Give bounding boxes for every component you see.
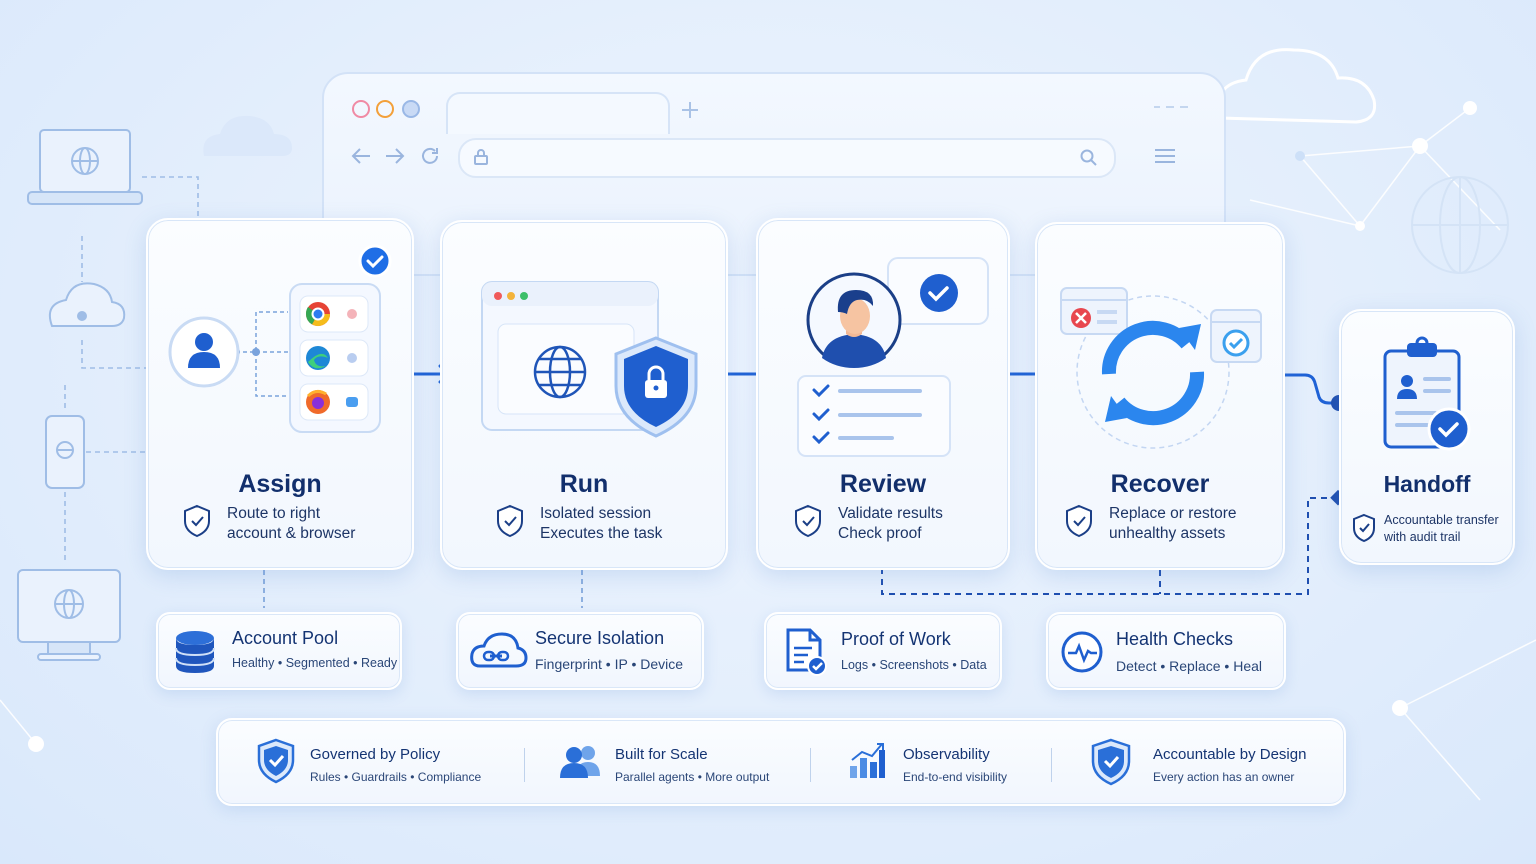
divider — [810, 748, 811, 782]
check-badge-icon — [920, 274, 958, 312]
info-box-subtitle: Detect • Replace • Heal — [1116, 658, 1263, 674]
principle-title: Governed by Policy — [310, 746, 441, 763]
clipboard-icon — [1383, 336, 1471, 451]
card-description-line2: with audit trail — [1384, 530, 1461, 544]
principle-subtitle: Rules • Guardrails • Compliance — [310, 770, 482, 784]
shield-check-icon — [497, 504, 523, 538]
divider — [1051, 748, 1052, 782]
edge-browser-icon — [306, 346, 330, 370]
check-badge-icon — [358, 244, 392, 278]
info-box-secure-isolation: Secure Isolation Fingerprint • IP • Devi… — [456, 612, 704, 690]
firefox-browser-icon — [306, 389, 330, 414]
error-icon — [1071, 308, 1091, 328]
card-description-line2: Executes the task — [540, 525, 663, 542]
shield-check-icon — [1066, 504, 1092, 538]
assign-illustration — [168, 244, 392, 433]
card-description-line2: Check proof — [838, 525, 922, 542]
card-title: Review — [839, 470, 927, 498]
sync-refresh-icon — [1101, 320, 1205, 426]
step-card-handoff[interactable]: Handoff Accountable transfer with audit … — [1339, 309, 1515, 565]
cloud-link-icon — [470, 632, 528, 668]
review-illustration — [797, 257, 989, 457]
card-description-line1: Replace or restore — [1109, 505, 1237, 522]
flow-connector-handoff — [1281, 373, 1341, 405]
card-description-line1: Isolated session — [540, 505, 652, 522]
card-description-line2: account & browser — [227, 525, 356, 542]
card-title: Handoff — [1383, 471, 1471, 497]
recover-illustration — [1060, 287, 1262, 449]
info-box-account-pool: Account Pool Healthy • Segmented • Ready — [156, 612, 402, 690]
check-badge-icon — [1427, 407, 1471, 451]
card-title: Run — [559, 470, 609, 498]
step-card-run[interactable]: Run Isolated session Executes the task — [440, 220, 728, 570]
document-check-icon — [786, 628, 827, 676]
info-box-title: Secure Isolation — [535, 628, 665, 648]
shield-check-icon — [1091, 738, 1131, 786]
shield-check-icon — [184, 504, 210, 538]
card-title: Assign — [238, 470, 322, 498]
chrome-browser-icon — [305, 302, 330, 327]
info-box-subtitle: Logs • Screenshots • Data — [841, 658, 987, 672]
principles-bar: Governed by Policy Rules • Guardrails • … — [216, 718, 1346, 806]
card-description-line1: Validate results — [838, 505, 943, 522]
info-box-title: Health Checks — [1116, 629, 1234, 649]
card-description-line1: Accountable transfer — [1384, 513, 1499, 527]
info-box-proof-of-work: Proof of Work Logs • Screenshots • Data — [764, 612, 1002, 690]
principle-title: Accountable by Design — [1153, 746, 1307, 763]
step-card-recover[interactable]: Recover Replace or restore unhealthy ass… — [1035, 222, 1285, 570]
reviewer-avatar — [806, 272, 902, 368]
card-description-line1: Route to right — [227, 505, 321, 522]
divider — [524, 748, 525, 782]
step-card-review[interactable]: Review Validate results Check proof — [756, 218, 1010, 570]
info-box-health-checks: Health Checks Detect • Replace • Heal — [1046, 612, 1286, 690]
shield-check-icon — [1353, 513, 1375, 543]
step-card-assign[interactable]: Assign Route to right account & browser — [146, 218, 414, 570]
info-box-subtitle: Healthy • Segmented • Ready — [232, 656, 398, 670]
success-check-icon — [1222, 329, 1250, 357]
heartbeat-icon — [1061, 631, 1103, 673]
info-box-title: Account Pool — [232, 628, 339, 648]
shield-check-icon — [795, 504, 821, 538]
card-description-line2: unhealthy assets — [1109, 525, 1226, 542]
principle-title: Observability — [903, 746, 990, 763]
principle-subtitle: Parallel agents • More output — [615, 770, 770, 784]
shield-check-icon — [257, 738, 295, 784]
info-box-subtitle: Fingerprint • IP • Device — [535, 656, 684, 672]
principle-title: Built for Scale — [615, 746, 708, 763]
principle-subtitle: End-to-end visibility — [903, 770, 1008, 784]
info-box-title: Proof of Work — [841, 629, 951, 649]
run-illustration — [481, 281, 698, 438]
database-icon — [175, 631, 215, 673]
card-title: Recover — [1110, 470, 1210, 498]
principle-subtitle: Every action has an owner — [1153, 770, 1295, 784]
users-icon — [560, 746, 600, 778]
bar-chart-icon — [850, 743, 885, 778]
